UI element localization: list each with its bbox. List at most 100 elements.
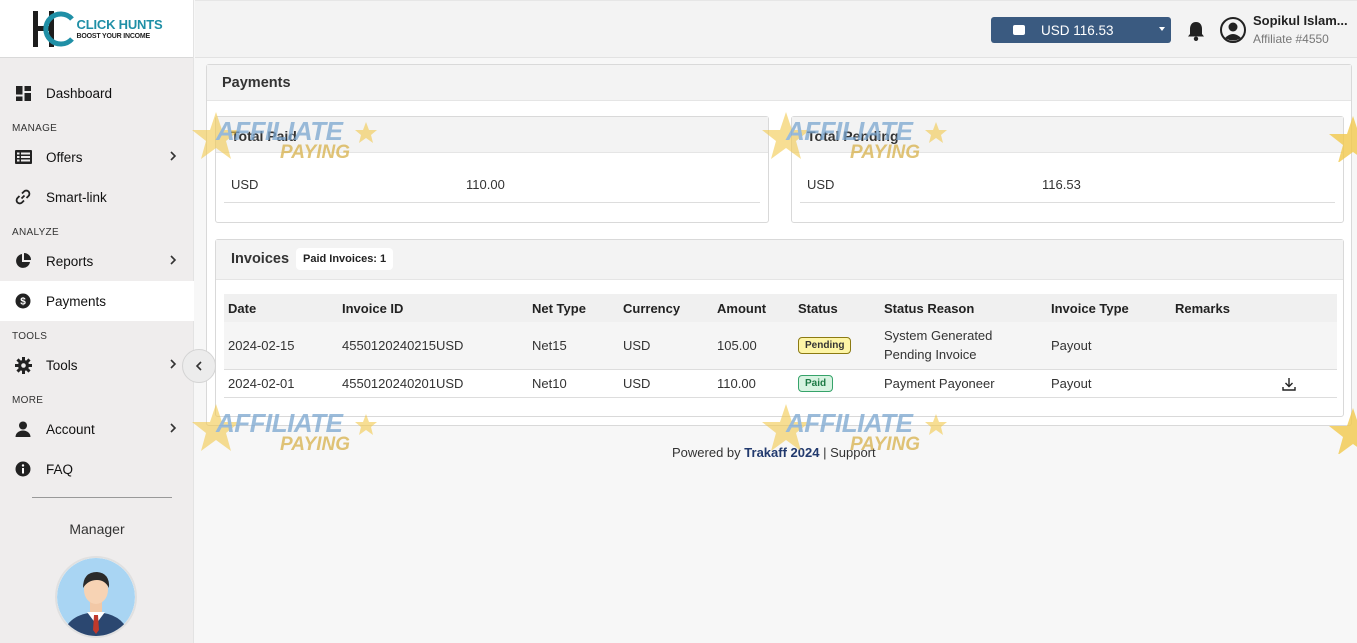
invoice-status: Paid	[794, 369, 880, 398]
dashboard-icon	[14, 84, 32, 102]
balance-dropdown[interactable]: USD 116.53	[991, 17, 1171, 43]
invoices-title: Invoices	[231, 251, 290, 267]
table-row: 2024-02-15 4550120240215USD Net15 USD 10…	[224, 322, 1337, 370]
footer-support-link[interactable]: Support	[830, 445, 876, 460]
sidebar-item-label: Tools	[46, 357, 78, 373]
sidebar-item-tools[interactable]: Tools	[0, 345, 194, 385]
sidebar: CLICK HUNTS BOOST YOUR INCOME Dashboard …	[0, 0, 194, 643]
gear-icon	[14, 356, 32, 374]
status-badge: Paid	[798, 375, 834, 392]
invoice-net-type: Net10	[528, 369, 619, 398]
section-label-analyze: ANALYZE	[12, 227, 59, 238]
paid-invoices-badge: Paid Invoices: 1	[296, 248, 394, 270]
collapse-sidebar-button[interactable]	[182, 349, 216, 383]
divider	[224, 202, 760, 203]
column-header[interactable]: Invoice ID	[338, 294, 528, 322]
sidebar-item-faq[interactable]: FAQ	[0, 449, 194, 489]
table-row: 2024-02-01 4550120240201USD Net10 USD 11…	[224, 369, 1337, 398]
reason-line: System Generated	[884, 328, 993, 344]
star-icon	[1329, 408, 1357, 454]
total-pending-title: Total Pending	[807, 128, 899, 144]
page-title: Payments	[222, 75, 291, 91]
bell-icon[interactable]	[1185, 20, 1207, 42]
top-bar: USD 116.53 Sopikul Islam... Affiliate #4…	[195, 0, 1357, 58]
sidebar-item-account[interactable]: Account	[0, 409, 194, 449]
column-header[interactable]: Date	[224, 294, 338, 322]
sidebar-item-payments[interactable]: $ Payments	[0, 281, 194, 321]
list-icon	[14, 148, 32, 166]
footer: Powered by Trakaff 2024 | Support	[672, 445, 876, 460]
sidebar-divider	[32, 497, 172, 498]
invoice-remarks	[1171, 369, 1337, 398]
footer-separator: |	[823, 445, 827, 460]
total-pending-amount: 116.53	[1042, 177, 1081, 192]
affiliate-id: Affiliate #4550	[1253, 32, 1329, 46]
column-header[interactable]: Remarks	[1171, 294, 1337, 322]
total-pending-currency: USD	[807, 177, 835, 192]
invoice-id: 4550120240215USD	[338, 322, 528, 370]
total-paid-title: Total Paid	[231, 128, 297, 144]
chevron-right-icon	[170, 151, 177, 161]
sidebar-item-label: Reports	[46, 253, 94, 269]
invoice-remarks	[1171, 322, 1337, 370]
table-header-row: Date Invoice ID Net Type Currency Amount…	[224, 294, 1337, 322]
invoice-amount: 105.00	[713, 322, 794, 370]
sidebar-item-offers[interactable]: Offers	[0, 137, 194, 177]
payments-header: Payments	[207, 65, 1351, 101]
divider	[800, 202, 1335, 203]
info-icon	[14, 460, 32, 478]
invoice-net-type: Net15	[528, 322, 619, 370]
manager-avatar[interactable]	[55, 556, 137, 638]
user-avatar-icon[interactable]	[1220, 17, 1246, 43]
dollar-icon: $	[14, 292, 32, 310]
status-badge: Pending	[798, 337, 852, 355]
download-icon[interactable]	[1282, 377, 1296, 391]
sidebar-item-dashboard[interactable]: Dashboard	[0, 73, 194, 113]
chevron-left-icon	[195, 361, 202, 371]
logo-title: CLICK HUNTS	[76, 16, 163, 32]
column-header[interactable]: Invoice Type	[1047, 294, 1171, 322]
sidebar-item-label: Payments	[46, 293, 107, 309]
column-header[interactable]: Currency	[619, 294, 713, 322]
logo-subtitle: BOOST YOUR INCOME	[76, 32, 151, 40]
caret-down-icon	[1159, 27, 1165, 31]
balance-value: USD 116.53	[1041, 22, 1114, 38]
sidebar-item-label: Dashboard	[46, 85, 113, 101]
logo[interactable]: CLICK HUNTS BOOST YOUR INCOME	[0, 0, 193, 58]
column-header[interactable]: Status Reason	[880, 294, 1047, 322]
link-icon	[14, 188, 32, 206]
section-label-tools: TOOLS	[12, 331, 48, 342]
invoice-status: Pending	[794, 322, 880, 370]
svg-text:$: $	[20, 297, 26, 308]
invoices-card: Invoices Paid Invoices: 1 Date Invoice I…	[215, 239, 1344, 417]
sidebar-item-label: FAQ	[46, 461, 74, 477]
star-icon	[1329, 116, 1357, 162]
column-header[interactable]: Net Type	[528, 294, 619, 322]
section-label-manage: MANAGE	[12, 123, 58, 134]
sidebar-item-label: Offers	[46, 149, 83, 165]
invoice-status-reason: System Generated Pending Invoice	[880, 322, 1047, 370]
column-header[interactable]: Status	[794, 294, 880, 322]
sidebar-item-reports[interactable]: Reports	[0, 241, 194, 281]
sidebar-item-smart-link[interactable]: Smart-link	[0, 177, 194, 217]
payments-card: Payments Total Paid USD 110.00 Total Pen…	[206, 64, 1352, 426]
watermark-text: PAYING	[280, 434, 351, 455]
total-paid-currency: USD	[231, 177, 259, 192]
total-pending-card: Total Pending USD 116.53	[791, 116, 1344, 223]
wallet-icon	[1013, 25, 1025, 35]
section-label-more: MORE	[12, 395, 44, 406]
pie-chart-icon	[14, 252, 32, 270]
footer-powered-by: Powered by	[672, 445, 741, 460]
column-header[interactable]: Amount	[713, 294, 794, 322]
sidebar-item-label: Smart-link	[46, 189, 107, 205]
user-name[interactable]: Sopikul Islam...	[1253, 13, 1348, 28]
chevron-right-icon	[170, 359, 177, 369]
sidebar-item-label: Account	[46, 421, 95, 437]
invoices-table: Date Invoice ID Net Type Currency Amount…	[224, 294, 1337, 398]
reason-line: Pending Invoice	[884, 347, 977, 363]
invoice-id: 4550120240201USD	[338, 369, 528, 398]
invoice-date: 2024-02-15	[224, 322, 338, 370]
footer-brand-link[interactable]: Trakaff 2024	[744, 445, 819, 460]
chevron-right-icon	[170, 423, 177, 433]
total-paid-amount: 110.00	[466, 177, 505, 192]
